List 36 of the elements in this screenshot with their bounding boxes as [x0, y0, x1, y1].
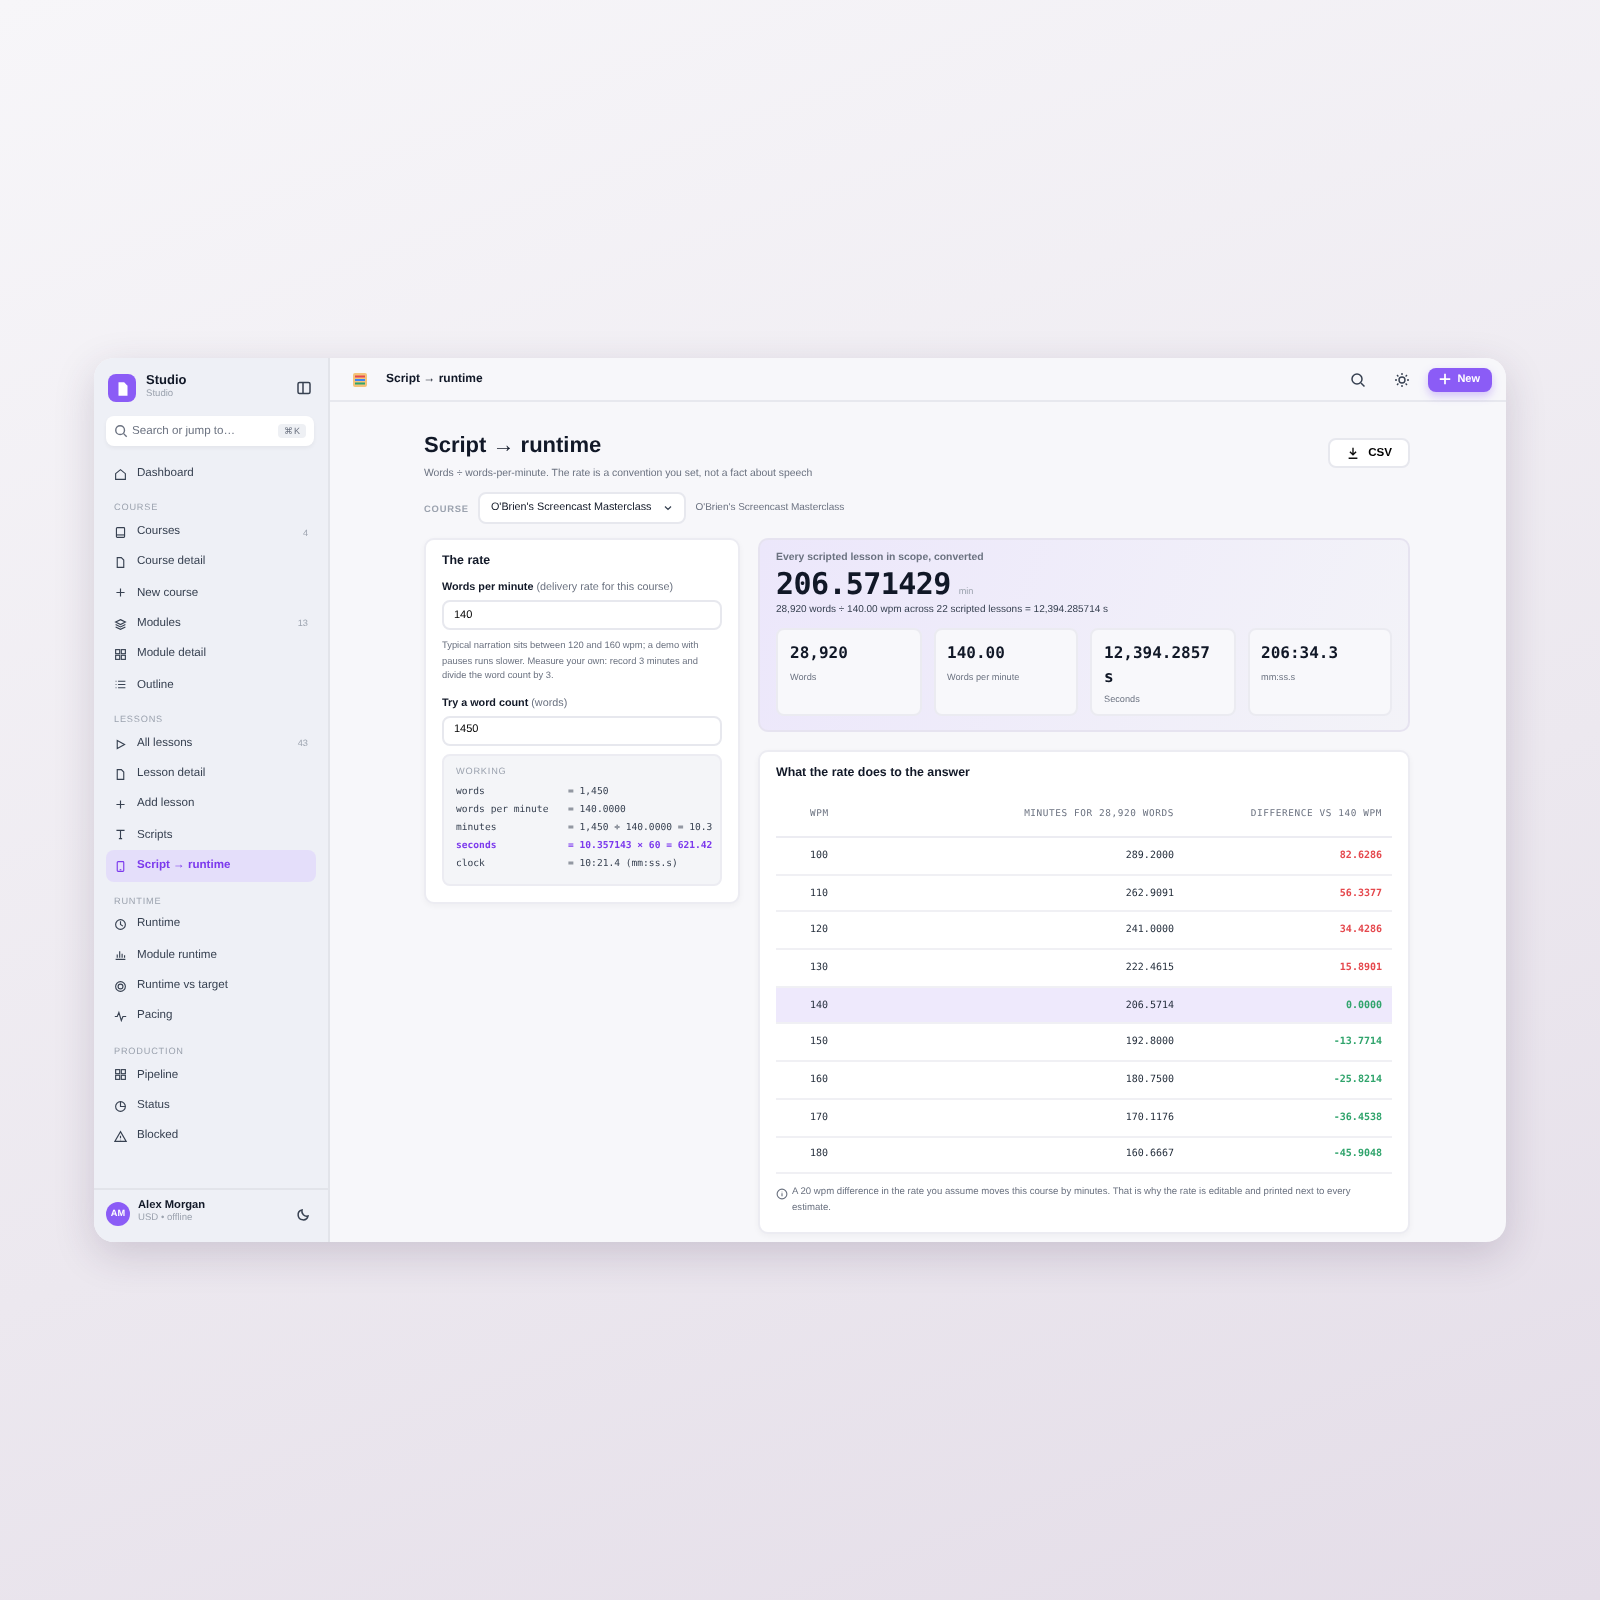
plus-icon: [114, 586, 127, 600]
info-icon: [776, 1188, 788, 1201]
plus-icon: [1437, 372, 1452, 386]
moon-icon[interactable]: [296, 1205, 312, 1222]
chevron-down-icon: [661, 502, 674, 514]
text-icon: [114, 828, 127, 842]
pie-chart-icon: [114, 1099, 127, 1113]
play-icon: [114, 737, 127, 751]
document-icon: [114, 767, 127, 781]
app-logo: [108, 374, 136, 403]
house-icon: [114, 467, 127, 480]
warning-icon: [114, 1129, 127, 1143]
list-icon: [114, 678, 127, 692]
grid-icon: [114, 647, 127, 661]
document-icon: [114, 556, 127, 570]
search-icon[interactable]: [1349, 371, 1366, 387]
stat-value: 206:34.3: [1261, 642, 1341, 666]
stat-value: 140.00: [947, 642, 1007, 666]
sidebar-toggle-icon[interactable]: [296, 380, 312, 397]
layers-icon: [114, 617, 127, 631]
page-title: Script → runtime: [424, 434, 604, 458]
abacus-icon: [352, 371, 368, 387]
sun-icon[interactable]: [1393, 371, 1410, 387]
book-icon: [114, 525, 127, 539]
stat-value: 12,394.2857 s: [1104, 642, 1212, 689]
stat-value: 28,920: [790, 642, 850, 666]
grid-icon: [114, 1068, 127, 1082]
clock-icon: [114, 918, 127, 932]
plus-icon: [114, 798, 127, 812]
search-icon: [114, 424, 128, 439]
target-icon: [114, 979, 127, 993]
pulse-icon: [114, 1009, 127, 1023]
total-minutes: 206.571429: [776, 566, 951, 602]
phone-icon: [114, 859, 127, 873]
bar-chart-icon: [114, 948, 127, 962]
download-icon: [1346, 446, 1361, 460]
